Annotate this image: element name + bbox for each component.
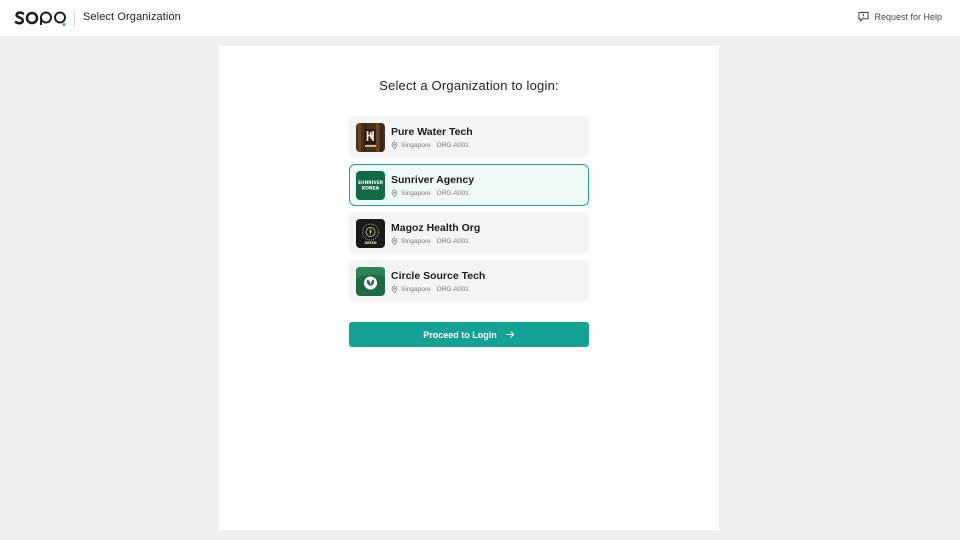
org-item-magoz-health-org[interactable]: GREEN Magoz Health Org Singapore ORG-A00… [349, 212, 589, 254]
sunriver-logo: SUNRIVER KOREA [356, 171, 385, 200]
location-pin-icon [391, 190, 398, 197]
request-help-label: Request for Help [874, 11, 942, 22]
request-help-link[interactable]: Request for Help [858, 11, 942, 22]
org-item-pure-water-tech[interactable]: Pure Water Tech Singapore ORG-A001 [349, 116, 589, 158]
org-code: ORG-A001 [436, 238, 469, 245]
org-name: Circle Source Tech [391, 270, 486, 282]
org-item-sunriver-agency[interactable]: SUNRIVER KOREA Sunriver Agency Singapore… [349, 164, 589, 206]
org-meta: Singapore ORG-A001 [391, 286, 469, 293]
svg-text:SUNRIVER: SUNRIVER [358, 180, 384, 186]
organization-card: Select a Organization to login: Pure Wat… [219, 46, 719, 530]
svg-text:GREEN: GREEN [364, 241, 376, 245]
location-pin-icon [391, 142, 398, 149]
org-name: Sunriver Agency [391, 174, 475, 186]
proceed-label: Proceed to Login [423, 329, 497, 340]
circle-source-logo [356, 267, 385, 296]
org-location: Singapore [401, 286, 431, 293]
header-divider [74, 10, 75, 27]
org-location: Singapore [401, 190, 431, 197]
message-square-icon [858, 11, 869, 22]
svg-text:KOREA: KOREA [362, 186, 380, 192]
location-pin-icon [391, 238, 398, 245]
organization-list: Pure Water Tech Singapore ORG-A001 SUNRI… [349, 116, 589, 308]
select-heading: Select a Organization to login: [379, 78, 559, 93]
org-location: Singapore [401, 142, 431, 149]
org-meta: Singapore ORG-A001 [391, 190, 469, 197]
proceed-to-login-button[interactable]: Proceed to Login [349, 322, 589, 347]
org-code: ORG-A001 [436, 286, 469, 293]
org-location: Singapore [401, 238, 431, 245]
org-name: Pure Water Tech [391, 126, 473, 138]
org-meta: Singapore ORG-A001 [391, 142, 469, 149]
location-pin-icon [391, 286, 398, 293]
org-meta: Singapore ORG-A001 [391, 238, 469, 245]
page-title: Select Organization [83, 11, 181, 23]
sopo-logo [14, 11, 66, 26]
org-code: ORG-A001 [436, 142, 469, 149]
arrow-right-icon [506, 331, 514, 338]
pure-water-logo [356, 123, 385, 152]
org-item-circle-source-tech[interactable]: Circle Source Tech Singapore ORG-A001 [349, 260, 589, 302]
org-code: ORG-A001 [436, 190, 469, 197]
org-name: Magoz Health Org [391, 222, 481, 234]
magoz-logo: GREEN [356, 219, 385, 248]
top-bar: Select Organization Request for Help [0, 0, 960, 36]
